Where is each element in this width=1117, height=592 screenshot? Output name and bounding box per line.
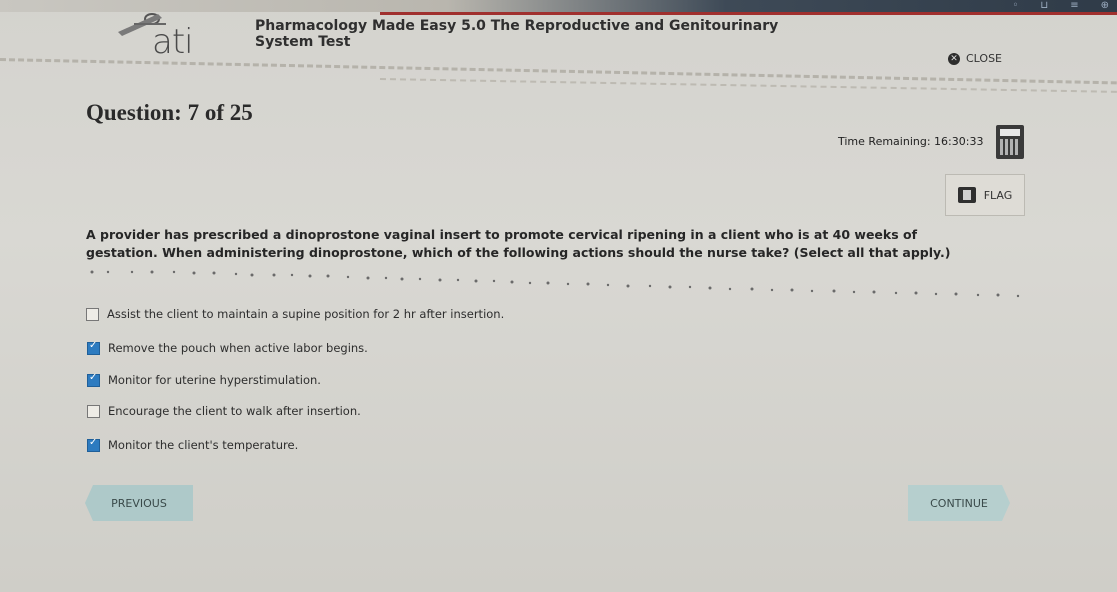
ati-logo: ati (108, 8, 208, 62)
flag-button[interactable]: FLAG (945, 174, 1025, 216)
checkbox[interactable] (87, 404, 100, 418)
time-remaining-value: 16:30:33 (934, 135, 984, 148)
continue-button[interactable]: CONTINUE (908, 485, 1010, 521)
checkbox[interactable] (86, 307, 99, 321)
time-remaining: Time Remaining: 16:30:33 (838, 135, 983, 148)
bookmark-icon: ⊔ (1040, 0, 1049, 11)
dotted-separator (90, 270, 1020, 298)
calculator-icon[interactable] (996, 125, 1024, 159)
option-item[interactable]: Monitor for uterine hyperstimulation. (87, 372, 321, 387)
option-item[interactable]: Assist the client to maintain a supine p… (86, 307, 504, 321)
add-tab-icon[interactable]: ⊕ (1101, 0, 1109, 11)
question-text: A provider has prescribed a dinoprostone… (86, 227, 951, 260)
checkbox[interactable] (87, 437, 100, 452)
option-label: Monitor for uterine hyperstimulation. (108, 373, 321, 387)
option-item[interactable]: Encourage the client to walk after inser… (87, 404, 361, 418)
option-label: Remove the pouch when active labor begin… (108, 341, 368, 355)
previous-button[interactable]: PREVIOUS (85, 485, 193, 521)
list-icon: ≡ (1070, 0, 1079, 11)
option-label: Assist the client to maintain a supine p… (107, 307, 505, 321)
test-title: Pharmacology Made Easy 5.0 The Reproduct… (255, 18, 779, 34)
header-accent-line (380, 12, 1117, 15)
flag-icon (957, 187, 976, 203)
time-remaining-label: Time Remaining: (838, 135, 931, 148)
close-label: CLOSE (966, 52, 1003, 65)
question-number: Question: 7 of 25 (86, 100, 253, 125)
test-subtitle: System Test (255, 34, 351, 50)
option-label: Encourage the client to walk after inser… (108, 404, 361, 418)
close-button[interactable]: ✕ CLOSE (948, 52, 1002, 65)
flag-label: FLAG (983, 188, 1013, 202)
checkbox[interactable] (87, 340, 100, 355)
close-icon: ✕ (948, 52, 960, 65)
checkbox[interactable] (87, 372, 100, 387)
option-item[interactable]: Monitor the client's temperature. (87, 437, 299, 452)
option-item[interactable]: Remove the pouch when active labor begin… (87, 340, 368, 355)
tray-icon: ◦ (1012, 0, 1019, 11)
logo-text: ati (152, 22, 194, 62)
system-tray: ◦ ⊔ ≡ ⊕ (1013, 0, 1110, 11)
option-label: Monitor the client's temperature. (108, 438, 299, 452)
